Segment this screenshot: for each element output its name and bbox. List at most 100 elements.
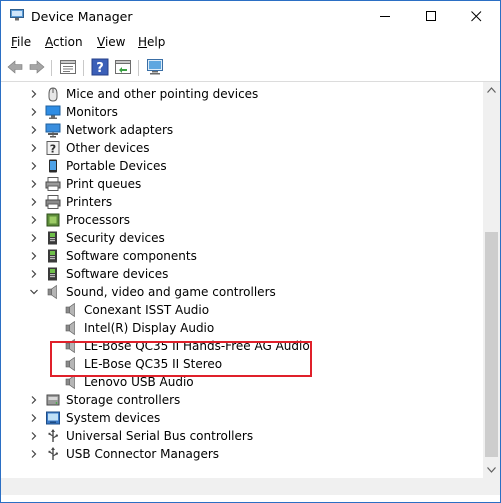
forward-icon[interactable] — [28, 58, 46, 76]
chevron-right-icon[interactable] — [29, 395, 39, 405]
scrollbar-corner — [483, 478, 500, 495]
tree-category[interactable]: Portable Devices — [1, 157, 483, 175]
mouse-icon — [48, 87, 58, 102]
chevron-right-icon[interactable] — [29, 197, 39, 207]
tree-item-label: Universal Serial Bus controllers — [66, 429, 254, 443]
scroll-down-icon[interactable] — [487, 467, 496, 473]
properties-icon[interactable] — [59, 58, 77, 76]
tree-item-label: Sound, video and game controllers — [66, 285, 276, 299]
portable-device-icon — [49, 159, 57, 173]
chevron-right-icon[interactable] — [29, 251, 39, 261]
print-queue-icon — [45, 177, 61, 191]
scroll-up-icon[interactable] — [487, 87, 496, 93]
menu-bar: File Action View Help — [1, 32, 500, 54]
chevron-right-icon[interactable] — [29, 143, 39, 153]
tree-item-label: Portable Devices — [66, 159, 167, 173]
scan-hardware-icon[interactable] — [146, 58, 164, 76]
maximize-icon — [426, 11, 436, 21]
tree-category[interactable]: Storage controllers — [1, 391, 483, 409]
device-manager-icon — [10, 9, 24, 21]
tree-device[interactable]: Intel(R) Display Audio — [1, 319, 483, 337]
chevron-right-icon[interactable] — [29, 233, 39, 243]
tree-item-label: Software components — [66, 249, 197, 263]
chevron-down-icon[interactable] — [29, 287, 39, 297]
storage-controller-icon — [46, 394, 60, 406]
title-bar[interactable]: Device Manager — [1, 1, 500, 32]
tree-item-label: USB Connector Managers — [66, 447, 220, 461]
minimize-button[interactable] — [363, 1, 409, 32]
window-title: Device Manager — [31, 9, 133, 24]
menu-help[interactable]: Help — [138, 35, 165, 49]
tree-category[interactable]: Network adapters — [1, 121, 483, 139]
tree-category[interactable]: Processors — [1, 211, 483, 229]
chevron-right-icon[interactable] — [29, 179, 39, 189]
tree-item-label: Storage controllers — [66, 393, 181, 407]
highlight-box — [50, 341, 312, 377]
chevron-right-icon[interactable] — [29, 89, 39, 99]
chevron-right-icon[interactable] — [29, 107, 39, 117]
chevron-right-icon[interactable] — [29, 269, 39, 279]
tree-category[interactable]: Mice and other pointing devices — [1, 85, 483, 103]
chevron-right-icon[interactable] — [29, 413, 39, 423]
vertical-scrollbar[interactable] — [483, 82, 500, 478]
chevron-right-icon[interactable] — [29, 431, 39, 441]
tree-item-label: Network adapters — [66, 123, 174, 137]
close-icon — [471, 11, 482, 22]
chevron-right-icon[interactable] — [29, 125, 39, 135]
tree-item-label: Lenovo USB Audio — [84, 375, 194, 389]
menu-view[interactable]: View — [97, 35, 125, 49]
horizontal-scrollbar[interactable] — [1, 478, 483, 495]
tree-category[interactable]: ? Other devices — [1, 139, 483, 157]
tree-device[interactable]: Conexant ISST Audio — [1, 301, 483, 319]
processor-icon — [46, 213, 60, 227]
speaker-icon — [47, 284, 57, 300]
tree-category[interactable]: Software components — [1, 247, 483, 265]
speaker-icon — [65, 302, 75, 318]
tree-category[interactable]: Universal Serial Bus controllers — [1, 427, 483, 445]
toolbar-separator — [51, 60, 52, 76]
tree-category[interactable]: Printers — [1, 193, 483, 211]
chevron-right-icon[interactable] — [29, 161, 39, 171]
toolbar-separator — [138, 60, 139, 76]
tree-item-label: Software devices — [66, 267, 169, 281]
update-driver-icon[interactable] — [114, 58, 132, 76]
minimize-icon — [380, 16, 390, 17]
tree-category[interactable]: Software devices — [1, 265, 483, 283]
chevron-right-icon[interactable] — [29, 449, 39, 459]
close-button[interactable] — [454, 1, 500, 32]
tree-item-label: System devices — [66, 411, 161, 425]
network-adapter-icon — [45, 123, 61, 138]
tree-category[interactable]: Sound, video and game controllers — [1, 283, 483, 301]
maximize-button[interactable] — [409, 1, 455, 32]
tree-item-label: Processors — [66, 213, 131, 227]
tree-item-label: Monitors — [66, 105, 118, 119]
tree-category[interactable]: System devices — [1, 409, 483, 427]
tree-item-label: Intel(R) Display Audio — [84, 321, 215, 335]
tree-category[interactable]: Monitors — [1, 103, 483, 121]
help-icon[interactable]: ? — [91, 58, 109, 76]
svg-text:?: ? — [96, 61, 104, 76]
tree-item-label: Print queues — [66, 177, 142, 191]
tree-category[interactable]: Security devices — [1, 229, 483, 247]
menu-file[interactable]: File — [11, 35, 31, 49]
vertical-scroll-thumb[interactable] — [485, 232, 498, 457]
software-device-icon — [48, 267, 57, 281]
usb-icon — [48, 429, 58, 442]
security-device-icon — [48, 231, 57, 245]
printer-icon — [45, 195, 61, 209]
back-icon[interactable] — [6, 58, 24, 76]
monitor-icon — [45, 105, 61, 119]
device-tree[interactable]: Mice and other pointing devices Monitors N… — [1, 82, 483, 478]
unknown-device-icon: ? — [46, 141, 60, 156]
tree-category[interactable]: USB Connector Managers — [1, 445, 483, 463]
menu-action[interactable]: Action — [45, 35, 83, 49]
tree-item-label: Printers — [66, 195, 113, 209]
speaker-icon — [65, 320, 75, 336]
chevron-right-icon[interactable] — [29, 215, 39, 225]
svg-text:?: ? — [50, 143, 56, 156]
system-device-icon — [46, 411, 60, 425]
tree-item-label: Mice and other pointing devices — [66, 87, 259, 101]
tree-item-label: Other devices — [66, 141, 150, 155]
tree-category[interactable]: Print queues — [1, 175, 483, 193]
tree-item-label: Security devices — [66, 231, 165, 245]
